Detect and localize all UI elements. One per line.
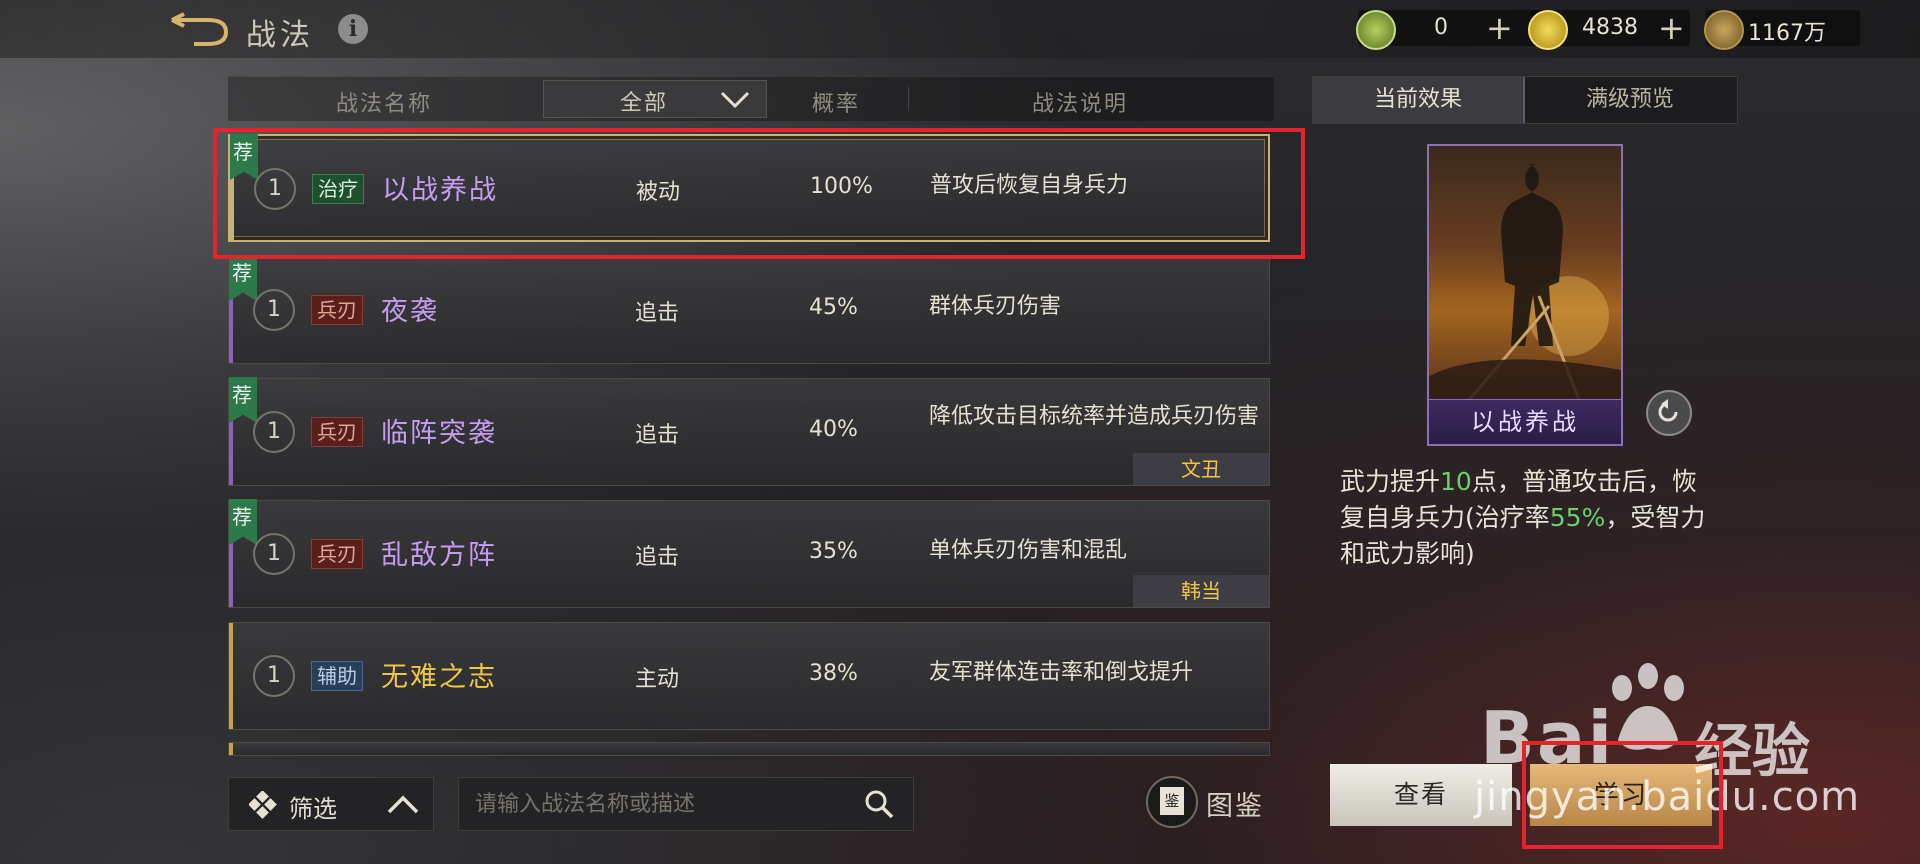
diamond-filter-icon (249, 791, 277, 819)
back-arrow-icon (171, 12, 229, 46)
skill-row-2[interactable]: 荐 1 兵刃 夜袭 追击 45% 群体兵刃伤害 (228, 255, 1270, 364)
skill-rate: 40% (809, 417, 858, 442)
effect-value-force: 10 (1440, 467, 1472, 496)
watermark-url: jingyan.baidu.com (1474, 774, 1861, 820)
chevron-down-icon (720, 91, 750, 109)
owner-general-label: 文丑 (1133, 453, 1269, 485)
filter-button[interactable]: 筛选 (228, 777, 434, 831)
skill-name: 乱敌方阵 (381, 540, 497, 571)
skill-rate: 38% (809, 661, 858, 686)
skill-tag: 辅助 (311, 661, 363, 691)
divider (908, 87, 909, 111)
back-button[interactable] (168, 12, 230, 46)
owner-general-label: 韩当 (1133, 575, 1269, 607)
currency-gold: 4838 + (1528, 10, 1690, 50)
skill-level: 1 (253, 289, 295, 331)
row-accent-bar (229, 623, 233, 729)
type-filter-dropdown[interactable]: 全部 (543, 80, 767, 118)
skill-desc: 普攻后恢复自身兵力 (930, 173, 1129, 198)
skill-type: 被动 (636, 180, 681, 205)
skill-level: 1 (254, 168, 296, 210)
page-title: 战法 (246, 18, 314, 53)
atlas-label: 图鉴 (1206, 791, 1264, 822)
recommended-badge: 荐 (229, 377, 257, 423)
skill-row-4[interactable]: 荐 1 兵刃 乱敌方阵 追击 35% 单体兵刃伤害和混乱 韩当 (228, 499, 1270, 608)
skill-desc: 降低攻击目标统率并造成兵刃伤害 (929, 404, 1260, 429)
currency-copper: 1167万 (1704, 10, 1860, 50)
type-filter-value: 全部 (620, 91, 669, 116)
skill-tag: 治疗 (312, 174, 364, 204)
skill-card-name: 以战养战 (1429, 399, 1621, 444)
search-box (458, 777, 914, 831)
effect-tabs: 当前效果 满级预览 (1312, 76, 1738, 124)
column-name: 战法名称 (336, 92, 433, 117)
column-rate: 概率 (812, 92, 861, 117)
skill-row-1[interactable]: 荐 1 治疗 以战养战 被动 100% 普攻后恢复自身兵力 (228, 134, 1270, 242)
skill-rate: 100% (810, 174, 873, 199)
watermark-brand: Bai (1480, 696, 1615, 780)
currency-jade-value: 0 (1434, 15, 1448, 40)
recommended-label: 荐 (232, 505, 252, 529)
warrior-art-icon (1429, 164, 1621, 400)
recommended-badge: 荐 (229, 255, 257, 301)
tab-max-level-preview[interactable]: 满级预览 (1525, 77, 1735, 123)
skill-desc: 群体兵刃伤害 (929, 294, 1062, 319)
skill-tag: 兵刃 (311, 417, 363, 447)
reset-button[interactable] (1646, 390, 1692, 436)
gold-coin-icon (1528, 10, 1568, 50)
skill-name: 无难之志 (381, 662, 497, 693)
effect-description: 武力提升10点，普通攻击后，恢复自身兵力(治疗率55%，受智力和武力影响) (1340, 464, 1710, 572)
info-icon[interactable]: i (338, 14, 368, 44)
skill-desc: 单体兵刃伤害和混乱 (929, 538, 1128, 563)
skill-row-3[interactable]: 荐 1 兵刃 临阵突袭 追击 40% 降低攻击目标统率并造成兵刃伤害 文丑 (228, 377, 1270, 486)
add-jade-button[interactable]: + (1486, 10, 1513, 46)
add-gold-button[interactable]: + (1658, 10, 1685, 46)
currency-copper-value: 1167万 (1748, 21, 1826, 46)
skill-type: 追击 (635, 423, 680, 448)
refresh-icon (1658, 399, 1678, 422)
recommended-label: 荐 (232, 261, 252, 285)
copper-coin-icon (1704, 10, 1744, 50)
skill-desc: 友军群体连击率和倒戈提升 (929, 660, 1194, 685)
skill-tag: 兵刃 (311, 295, 363, 325)
skill-level: 1 (253, 655, 295, 697)
row-accent-bar (229, 743, 233, 755)
chevron-up-icon (387, 795, 419, 814)
skill-level: 1 (253, 533, 295, 575)
recommended-label: 荐 (232, 383, 252, 407)
filter-label: 筛选 (289, 795, 337, 823)
skill-rate: 35% (809, 539, 858, 564)
search-icon[interactable] (863, 788, 895, 820)
currency-gold-value: 4838 (1582, 15, 1638, 40)
skill-type: 主动 (635, 667, 680, 692)
skill-row-partial[interactable] (228, 742, 1270, 756)
atlas-icon-glyph: 鉴 (1160, 787, 1184, 815)
skill-row-5[interactable]: 1 辅助 无难之志 主动 38% 友军群体连击率和倒戈提升 (228, 622, 1270, 730)
skill-name: 临阵突袭 (381, 418, 497, 449)
atlas-icon: 鉴 (1146, 776, 1198, 828)
skill-tag: 兵刃 (311, 539, 363, 569)
effect-text-1: 武力提升 (1340, 467, 1441, 496)
skill-card: 以战养战 (1427, 144, 1623, 446)
search-input[interactable] (473, 787, 857, 821)
tab-current-effect[interactable]: 当前效果 (1313, 77, 1525, 123)
skill-type: 追击 (635, 545, 680, 570)
jade-coin-icon (1356, 10, 1396, 50)
skill-name: 以战养战 (382, 175, 498, 206)
currency-jade: 0 + (1356, 10, 1548, 50)
skill-type: 追击 (635, 301, 680, 326)
recommended-label: 荐 (233, 140, 253, 164)
recommended-badge: 荐 (230, 134, 258, 180)
effect-value-heal-rate: 55% (1549, 503, 1606, 532)
skill-rate: 45% (809, 295, 858, 320)
skill-level: 1 (253, 411, 295, 453)
skill-name: 夜袭 (381, 296, 439, 327)
recommended-badge: 荐 (229, 499, 257, 545)
column-desc: 战法说明 (1032, 92, 1129, 117)
